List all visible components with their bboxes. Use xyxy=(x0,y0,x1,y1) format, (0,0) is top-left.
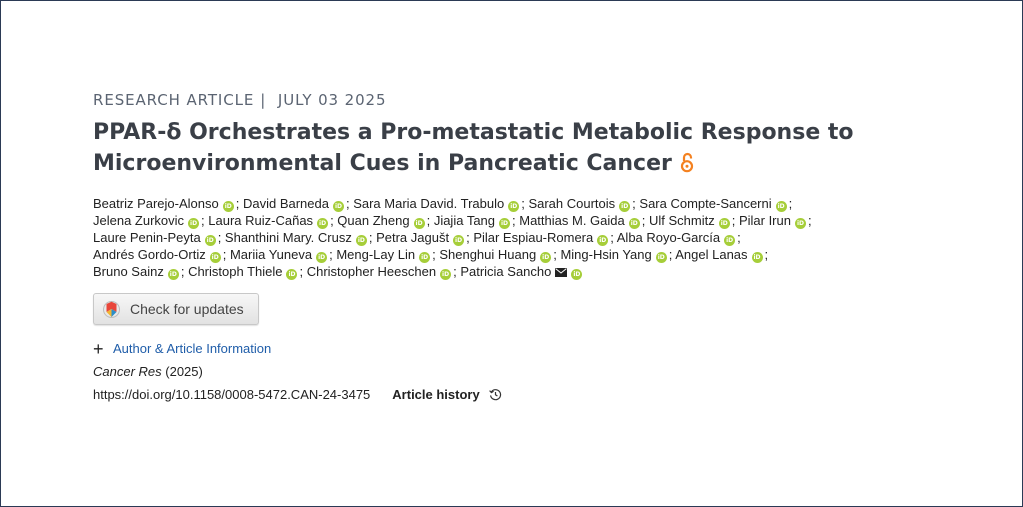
author-line: Andrés Gordo-Ortiz iD; Mariia Yuneva iD; M… xyxy=(93,246,913,263)
orcid-icon[interactable]: iD xyxy=(571,269,583,280)
author-info-link[interactable]: Author & Article Information xyxy=(113,341,271,356)
author-separator: ; xyxy=(180,264,189,279)
check-for-updates-icon xyxy=(103,300,120,319)
author-name[interactable]: Petra Jagušt xyxy=(376,230,449,245)
author-name[interactable]: Matthias M. Gaida xyxy=(519,213,625,228)
author-separator: ; xyxy=(641,213,649,228)
orcid-icon[interactable]: iD xyxy=(655,252,667,263)
author-separator: ; xyxy=(807,213,812,228)
orcid-icon[interactable]: iD xyxy=(419,252,431,263)
orcid-icon[interactable]: iD xyxy=(619,201,631,212)
orcid-icon[interactable]: iD xyxy=(440,269,452,280)
author-name[interactable]: Pilar Espiau-Romera xyxy=(473,230,593,245)
author-name[interactable]: Sara Maria David. Trabulo xyxy=(353,196,504,211)
doi-link[interactable]: https://doi.org/10.1158/0008-5472.CAN-24… xyxy=(93,387,370,402)
author-name[interactable]: Laure Penin-Peyta xyxy=(93,230,201,245)
author-name[interactable]: Beatriz Parejo-Alonso xyxy=(93,196,219,211)
author-name[interactable]: Laura Ruiz-Cañas xyxy=(208,213,313,228)
author-separator: ; xyxy=(222,247,230,262)
author-name[interactable]: Christoph Thiele xyxy=(188,264,282,279)
author-line: Beatriz Parejo-Alonso iD; David Barneda iD… xyxy=(93,195,913,212)
author-name[interactable]: Meng-Lay Lin xyxy=(336,247,415,262)
author-name[interactable]: Quan Zheng xyxy=(337,213,409,228)
orcid-icon[interactable]: iD xyxy=(508,201,520,212)
check-for-updates-button[interactable]: Check for updates xyxy=(93,293,259,325)
orcid-icon[interactable]: iD xyxy=(628,218,640,229)
page-frame: RESEARCH ARTICLE | JULY 03 2025 PPAR-δ Or… xyxy=(0,0,1023,507)
orcid-icon[interactable]: iD xyxy=(499,218,511,229)
author-name[interactable]: Shenghui Huang xyxy=(439,247,536,262)
author-separator: ; xyxy=(299,264,307,279)
orcid-icon[interactable]: iD xyxy=(317,218,329,229)
orcid-icon[interactable]: iD xyxy=(167,269,179,280)
orcid-icon[interactable]: iD xyxy=(355,235,367,246)
orcid-icon[interactable]: iD xyxy=(597,235,609,246)
author-separator: ; xyxy=(764,247,769,262)
article-history-button[interactable]: Article history xyxy=(392,387,501,402)
envelope-icon[interactable] xyxy=(555,264,568,281)
orcid-icon[interactable]: iD xyxy=(286,269,298,280)
author-name[interactable]: David Barneda xyxy=(243,196,329,211)
check-for-updates-label: Check for updates xyxy=(130,301,244,317)
article-title-text: PPAR-δ Orchestrates a Pro-metastatic Met… xyxy=(93,120,854,176)
orcid-icon[interactable]: iD xyxy=(209,252,221,263)
orcid-icon[interactable]: iD xyxy=(794,218,806,229)
author-separator: ; xyxy=(731,213,739,228)
orcid-icon[interactable]: iD xyxy=(775,201,787,212)
article-header: RESEARCH ARTICLE | JULY 03 2025 PPAR-δ Or… xyxy=(93,89,973,402)
author-separator: ; xyxy=(217,230,225,245)
author-line: Laure Penin-Peyta iD; Shanthini Mary. Cru… xyxy=(93,229,913,246)
orcid-icon[interactable]: iD xyxy=(413,218,425,229)
author-list: Beatriz Parejo-Alonso iD; David Barneda iD… xyxy=(93,195,913,281)
orcid-icon[interactable]: iD xyxy=(724,235,736,246)
open-lock-icon xyxy=(680,151,694,182)
plus-icon: + xyxy=(93,338,104,359)
author-name[interactable]: Jiajia Tang xyxy=(434,213,495,228)
doi-row: https://doi.org/10.1158/0008-5472.CAN-24… xyxy=(93,387,973,402)
orcid-icon[interactable]: iD xyxy=(453,235,465,246)
orcid-icon[interactable]: iD xyxy=(540,252,552,263)
author-name[interactable]: Jelena Zurkovic xyxy=(93,213,184,228)
author-name[interactable]: Christopher Heeschen xyxy=(307,264,436,279)
journal-citation: Cancer Res (2025) xyxy=(93,364,973,379)
orcid-icon[interactable]: iD xyxy=(316,252,328,263)
author-separator: ; xyxy=(426,213,434,228)
orcid-icon[interactable]: iD xyxy=(751,252,763,263)
author-separator: ; xyxy=(368,230,377,245)
publication-date: JULY 03 2025 xyxy=(277,91,387,109)
article-title: PPAR-δ Orchestrates a Pro-metastatic Met… xyxy=(93,117,953,182)
orcid-icon[interactable]: iD xyxy=(718,218,730,229)
orcid-icon[interactable]: iD xyxy=(222,201,234,212)
author-name[interactable]: Ming-Hsin Yang xyxy=(560,247,651,262)
orcid-icon[interactable]: iD xyxy=(188,218,200,229)
author-name[interactable]: Bruno Sainz xyxy=(93,264,164,279)
orcid-icon[interactable]: iD xyxy=(332,201,344,212)
author-name[interactable]: Mariia Yuneva xyxy=(230,247,312,262)
article-history-label: Article history xyxy=(392,387,480,402)
author-name[interactable]: Sarah Courtois xyxy=(528,196,615,211)
article-meta: RESEARCH ARTICLE | JULY 03 2025 xyxy=(93,89,973,111)
meta-separator: | xyxy=(260,91,267,109)
author-line: Jelena Zurkovic iD; Laura Ruiz-Cañas iD; Q… xyxy=(93,212,913,229)
author-name[interactable]: Sara Compte-Sancerni xyxy=(639,196,771,211)
author-separator: ; xyxy=(737,230,741,245)
author-name[interactable]: Alba Royo-García xyxy=(617,230,720,245)
author-line: Bruno Sainz iD; Christoph Thiele iD; Chris… xyxy=(93,263,913,281)
clock-history-icon xyxy=(488,388,502,401)
author-separator: ; xyxy=(788,196,793,211)
author-separator: ; xyxy=(235,196,243,211)
author-name[interactable]: Ulf Schmitz xyxy=(649,213,715,228)
author-name[interactable]: Andrés Gordo-Ortiz xyxy=(93,247,206,262)
journal-name: Cancer Res xyxy=(93,364,162,379)
journal-year: (2025) xyxy=(165,364,203,379)
author-name[interactable]: Pilar Irun xyxy=(739,213,791,228)
author-name[interactable]: Angel Lanas xyxy=(675,247,747,262)
author-name[interactable]: Patricia Sancho xyxy=(460,264,551,279)
author-info-toggle[interactable]: + Author & Article Information xyxy=(93,338,973,359)
orcid-icon[interactable]: iD xyxy=(204,235,216,246)
article-type: RESEARCH ARTICLE xyxy=(93,91,255,109)
author-name[interactable]: Shanthini Mary. Crusz xyxy=(225,230,352,245)
